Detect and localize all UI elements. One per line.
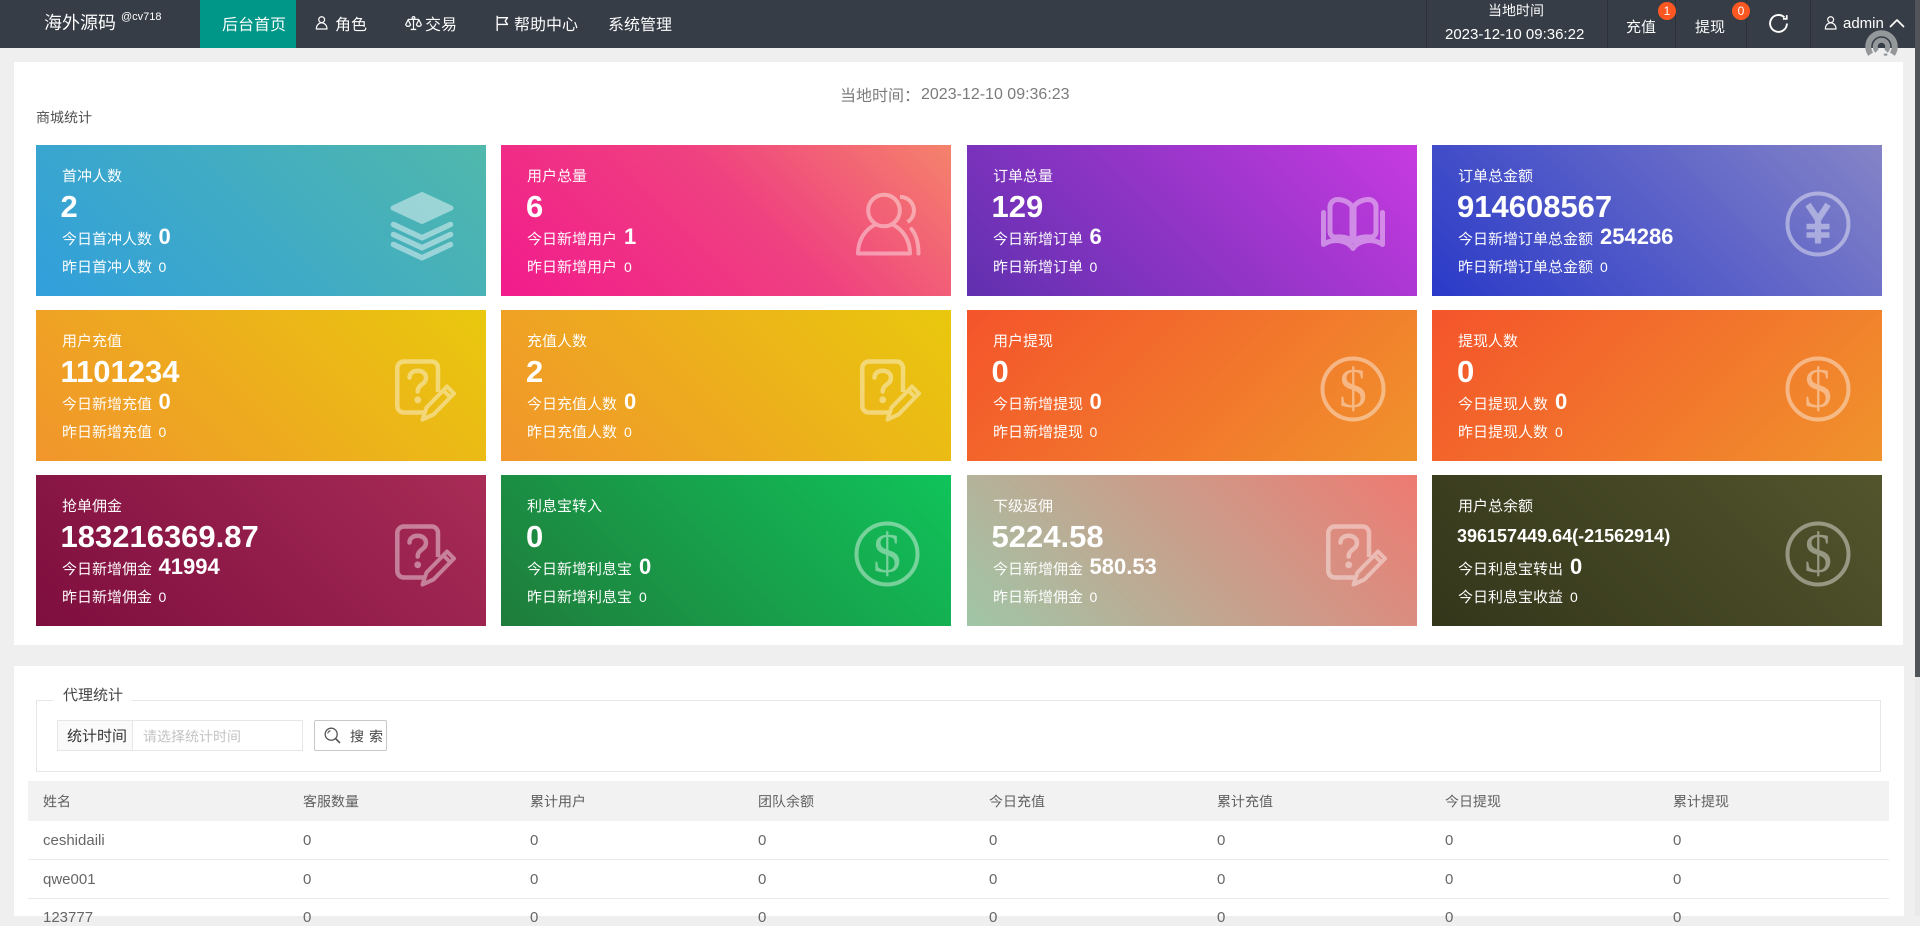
svg-text:$: $ <box>1804 358 1832 420</box>
svg-text:$: $ <box>1339 358 1367 420</box>
svg-text:$: $ <box>873 523 901 585</box>
svg-text:$: $ <box>1804 523 1832 585</box>
